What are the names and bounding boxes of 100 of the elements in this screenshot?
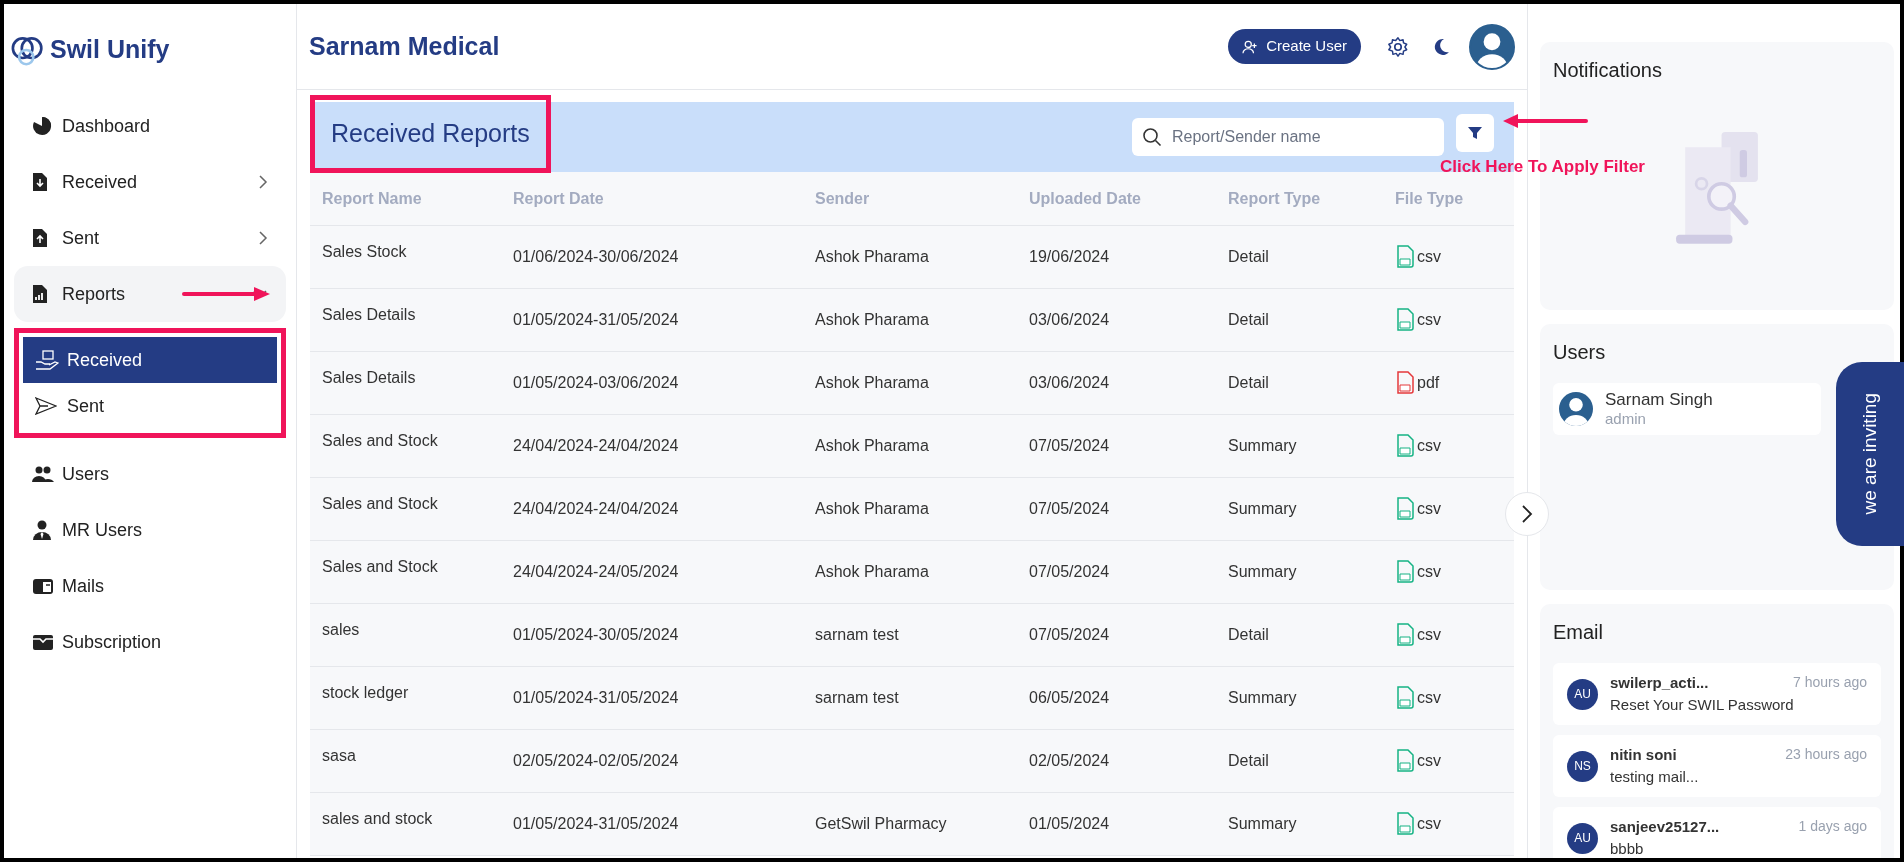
add-user-icon: [1242, 39, 1259, 54]
page-title: Sarnam Medical: [309, 30, 501, 62]
table-cell-text: 24/04/2024-24/05/2024: [513, 562, 680, 582]
user-name: Sarnam Singh: [1605, 389, 1713, 411]
table-cell-text: Sales Stock: [322, 242, 408, 262]
sidebar-item[interactable]: Subscription: [14, 614, 286, 670]
chevron-right-icon: [258, 174, 268, 190]
profile-avatar[interactable]: [1469, 23, 1515, 70]
table-cell-text: Summary: [1228, 562, 1298, 582]
filter-button[interactable]: [1456, 114, 1494, 152]
card-title: Email: [1553, 620, 1604, 645]
table-cell-text: csv: [1417, 310, 1441, 330]
pie-chart-icon: [32, 116, 52, 136]
table-cell-text: csv: [1417, 247, 1441, 267]
pdf-file-icon: [1395, 371, 1415, 395]
table-cell-text: 07/05/2024: [1029, 436, 1111, 456]
table-cell-text: pdf: [1417, 373, 1440, 393]
table-cell-text: sasa: [322, 746, 357, 766]
table-cell-text: sales: [322, 620, 361, 640]
csv-file-icon: [1395, 434, 1415, 458]
sidebar-item[interactable]: Mails: [14, 558, 286, 614]
email-row[interactable]: AU sanjeev25127... 1 days ago bbbb: [1553, 807, 1881, 858]
email-time: 23 hours ago: [1785, 744, 1867, 764]
initials-avatar: NS: [1567, 750, 1598, 782]
email-row[interactable]: NS nitin soni 23 hours ago testing mail...: [1553, 735, 1881, 797]
table-cell-text: Detail: [1228, 373, 1270, 393]
table-cell-text: 01/06/2024-30/06/2024: [513, 247, 680, 267]
csv-file-icon: [1395, 623, 1415, 647]
sidebar-item[interactable]: Received: [14, 154, 286, 210]
create-user-button[interactable]: Create User: [1228, 29, 1361, 64]
brand-name: Swil Unify: [50, 34, 170, 66]
table-cell-text: stock ledger: [322, 683, 410, 703]
table-cell-text: 19/06/2024: [1029, 247, 1111, 267]
table-cell-text: Summary: [1228, 688, 1298, 708]
submenu-item[interactable]: Received: [23, 337, 277, 383]
sidebar-item[interactable]: MR Users: [14, 502, 286, 558]
table-cell-text: GetSwil Pharmacy: [815, 814, 948, 834]
logo-icon: [10, 34, 46, 66]
table-cell-text: csv: [1417, 499, 1441, 519]
email-time: 7 hours ago: [1793, 672, 1867, 692]
table-cell-text: 24/04/2024-24/04/2024: [513, 499, 680, 519]
sidebar-item[interactable]: Sent: [14, 210, 286, 266]
csv-file-icon: [1395, 497, 1415, 521]
sidebar-item[interactable]: Users: [14, 446, 286, 502]
table-cell-text: Detail: [1228, 625, 1270, 645]
settings-icon: [1387, 35, 1409, 58]
table-cell-text: Detail: [1228, 751, 1270, 771]
email-subject: bbbb: [1610, 839, 1645, 858]
file-chart-icon: [32, 284, 48, 304]
table-cell-text: sarnam test: [815, 688, 900, 708]
email-time: 1 days ago: [1798, 816, 1867, 836]
column-header: File Type: [1395, 188, 1465, 209]
table-cell-text: sarnam test: [815, 625, 900, 645]
table-cell-text: Detail: [1228, 310, 1270, 330]
csv-file-icon: [1395, 686, 1415, 710]
csv-file-icon: [1395, 560, 1415, 584]
table-cell-text: csv: [1417, 751, 1441, 771]
column-header: Sender: [815, 188, 871, 209]
table-cell-text: Detail: [1228, 247, 1270, 267]
table-cell-text: sales and stock: [322, 809, 434, 829]
table-cell-text: Sales Details: [322, 305, 417, 325]
column-header: Report Date: [513, 188, 605, 209]
column-header: Report Name: [322, 188, 423, 209]
search-field[interactable]: Report/Sender name: [1132, 118, 1444, 156]
chevron-right-icon: [258, 230, 268, 246]
table-cell-text: 02/05/2024-02/05/2024: [513, 751, 680, 771]
email-row[interactable]: AU swilerp_acti... 7 hours ago Reset Your SWIL Password: [1553, 663, 1881, 725]
chevron-right-icon: [1521, 504, 1533, 524]
user-row[interactable]: Sarnam Singh admin: [1553, 383, 1821, 435]
csv-file-icon: [1395, 308, 1415, 332]
table-cell-text: Ashok Pharama: [815, 373, 930, 393]
table-cell-text: Ashok Pharama: [815, 562, 930, 582]
annotation-text: Click Here To Apply Filter: [1440, 156, 1645, 178]
table-cell-text: Ashok Pharama: [815, 499, 930, 519]
table-cell-text: csv: [1417, 625, 1441, 645]
table-cell-text: Ashok Pharama: [815, 310, 930, 330]
table-cell-text: Sales and Stock: [322, 431, 439, 451]
table-cell-text: 01/05/2024-03/06/2024: [513, 373, 680, 393]
table-cell-text: 06/05/2024: [1029, 688, 1111, 708]
section-title: Received Reports: [331, 118, 530, 150]
table-cell-text: Ashok Pharama: [815, 436, 930, 456]
email-sender: sanjeev25127...: [1610, 816, 1720, 837]
card-title: Notifications: [1553, 58, 1663, 83]
column-header: Uploaded Date: [1029, 188, 1142, 209]
table-cell-text: Summary: [1228, 499, 1298, 519]
initials-avatar: AU: [1567, 822, 1598, 854]
csv-file-icon: [1395, 245, 1415, 269]
sidebar-item[interactable]: Reports: [14, 266, 286, 322]
table-cell-text: 01/05/2024-31/05/2024: [513, 310, 680, 330]
mailbox-icon: [32, 577, 54, 595]
table-cell-text: 01/05/2024-31/05/2024: [513, 688, 680, 708]
table-cell-text: Sales Details: [322, 368, 417, 388]
email-sender: nitin soni: [1610, 744, 1677, 765]
sidebar-item[interactable]: Dashboard: [14, 98, 286, 154]
file-upload-icon: [32, 228, 48, 248]
table-cell-text: 07/05/2024: [1029, 625, 1111, 645]
csv-file-icon: [1395, 749, 1415, 773]
invite-tab[interactable]: we are inviting: [1836, 362, 1904, 546]
table-cell-text: 01/05/2024-31/05/2024: [513, 814, 680, 834]
email-subject: Reset Your SWIL Password: [1610, 695, 1795, 715]
